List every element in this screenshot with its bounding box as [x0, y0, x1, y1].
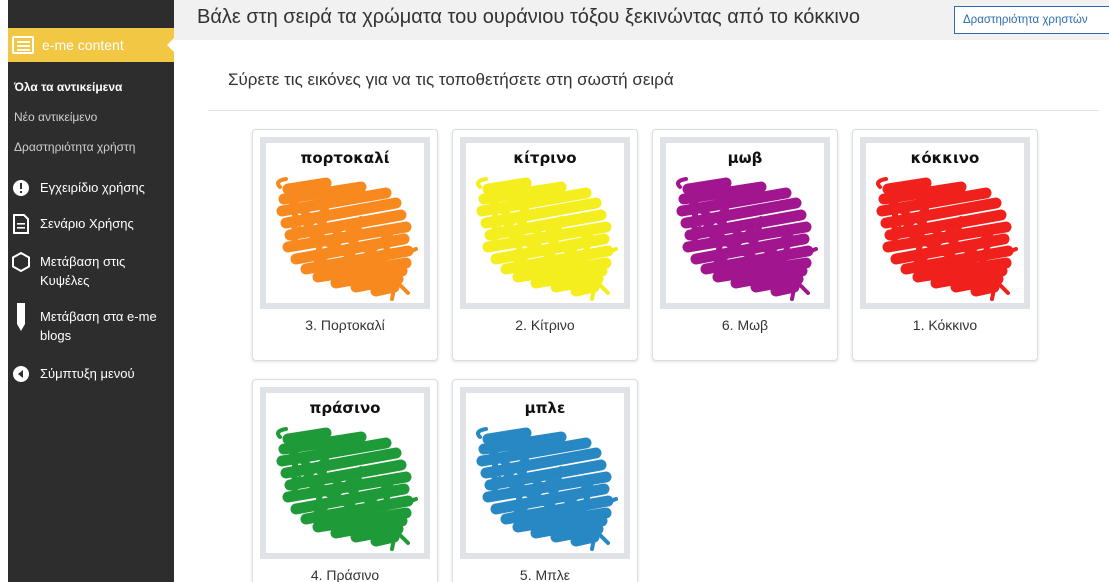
color-scribble-image — [276, 427, 418, 551]
draggable-card[interactable]: κίτρινο 2. Κίτρινο — [452, 129, 638, 361]
card-caption: 5. Μπλε — [519, 567, 571, 582]
sidebar: e-me content Όλα τα αντικείμενα Νέο αντι… — [0, 0, 175, 582]
collapse-arrow-icon — [10, 364, 32, 384]
sidebar-item-blogs[interactable]: Μετάβαση στα e-me blogs — [10, 303, 170, 345]
sidebar-item-label: Σύμπτυξη μενού — [40, 366, 135, 381]
user-activity-button[interactable]: Δραστηριότητα χρηστών — [954, 6, 1109, 34]
card-word: κίτρινο — [513, 149, 577, 167]
draggable-card[interactable]: μπλε 5. Μπλε — [452, 379, 638, 582]
card-caption: 4. Πράσινο — [310, 567, 380, 582]
card-word: κόκκινο — [910, 149, 980, 167]
info-circle-icon — [10, 178, 32, 198]
card-image-frame: μωβ — [660, 137, 830, 309]
draggable-card[interactable]: μωβ 6. Μωβ — [652, 129, 838, 361]
instructions-text: Σύρετε τις εικόνες για να τις τοποθετήσε… — [228, 70, 674, 89]
list-icon — [12, 36, 34, 54]
card-image-frame: μπλε — [460, 387, 630, 559]
sidebar-subitem-new-object[interactable]: Νέο αντικείμενο — [14, 110, 97, 124]
card-word: μωβ — [727, 149, 763, 167]
color-scribble-image — [676, 177, 818, 301]
sidebar-item-label: Εγχειρίδιο χρήσης — [40, 180, 145, 195]
draggable-card[interactable]: πορτοκαλί 3. Πορτοκαλί — [252, 129, 438, 361]
card-caption: 6. Μωβ — [721, 317, 769, 333]
color-scribble-image — [876, 177, 1018, 301]
card-caption: 2. Κίτρινο — [515, 317, 575, 333]
sidebar-item-collapse-menu[interactable]: Σύμπτυξη μενού — [10, 364, 170, 384]
draggable-card[interactable]: κόκκινο 1. Κόκκινο — [852, 129, 1038, 361]
pencil-icon — [10, 303, 32, 331]
draggable-card[interactable]: πράσινο 4. Πράσινο — [252, 379, 438, 582]
sidebar-item-label: Σενάριο Χρήσης — [40, 216, 134, 231]
sidebar-item-label: Μετάβαση στις Κυψέλες — [40, 254, 126, 288]
sidebar-header-label: e-me content — [42, 37, 124, 53]
sidebar-item-hives[interactable]: Μετάβαση στις Κυψέλες — [10, 252, 170, 290]
card-caption: 1. Κόκκινο — [912, 317, 978, 333]
sidebar-subitem-user-activity[interactable]: Δραστηριότητα χρήστη — [14, 140, 135, 154]
sidebar-subitem-all-objects[interactable]: Όλα τα αντικείμενα — [14, 80, 122, 94]
card-image-frame: κίτρινο — [460, 137, 630, 309]
card-word: πράσινο — [309, 399, 381, 417]
document-icon — [10, 214, 32, 234]
sidebar-item-label: Μετάβαση στα e-me blogs — [40, 309, 157, 343]
divider — [208, 110, 1099, 111]
page-title: Βάλε στη σειρά τα χρώματα του ουράνιου τ… — [197, 6, 860, 28]
sidebar-header-e-me-content[interactable]: e-me content — [8, 28, 175, 62]
color-scribble-image — [276, 177, 418, 301]
sidebar-top-strip — [8, 0, 174, 28]
card-word: πορτοκαλί — [300, 149, 390, 167]
card-image-frame: κόκκινο — [860, 137, 1030, 309]
card-word: μπλε — [524, 399, 566, 417]
color-scribble-image — [476, 427, 618, 551]
color-scribble-image — [476, 177, 618, 301]
sidebar-item-manual[interactable]: Εγχειρίδιο χρήσης — [10, 178, 170, 198]
hexagon-icon — [10, 252, 32, 272]
card-caption: 3. Πορτοκαλί — [305, 317, 385, 333]
sidebar-item-scenario[interactable]: Σενάριο Χρήσης — [10, 214, 170, 234]
card-image-frame: πορτοκαλί — [260, 137, 430, 309]
card-image-frame: πράσινο — [260, 387, 430, 559]
